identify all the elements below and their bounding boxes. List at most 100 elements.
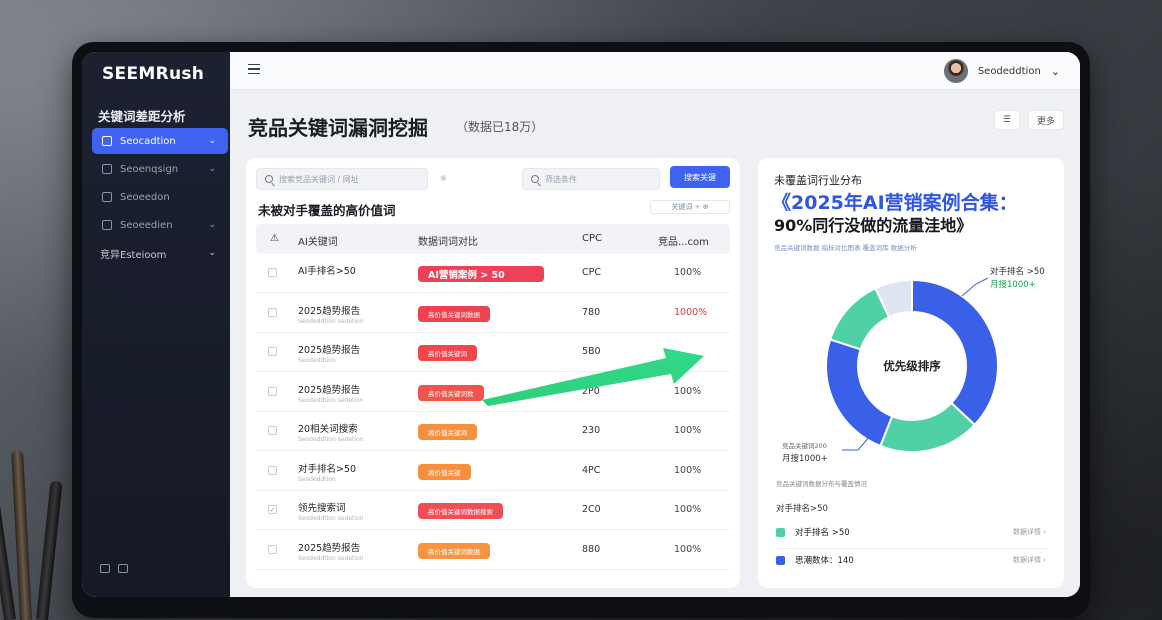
sidebar-item-2[interactable]: Seoenqsign ⌄ bbox=[92, 156, 228, 182]
comparison-badge: 高价值关键 bbox=[418, 463, 471, 480]
cpc-cell: 4PC bbox=[582, 464, 601, 476]
table-row[interactable]: 20相关词搜索 Seodeddtion sedetion 高价值关键词 230 100% bbox=[256, 412, 730, 451]
row-checkbox[interactable] bbox=[268, 268, 277, 277]
save-icon[interactable] bbox=[118, 564, 128, 573]
legend-row[interactable]: 思潮数体：140 数据详情 › bbox=[776, 550, 1048, 570]
row-checkbox[interactable] bbox=[268, 307, 277, 317]
app-window: SEEMRush 关键词差距分析 Seocadtion ⌄ Seoenqsign… bbox=[82, 52, 1080, 597]
donut-segment[interactable] bbox=[911, 278, 999, 427]
table-row[interactable]: 对手排名>50 Seodeddtion 高价值关键 4PC 100% bbox=[256, 452, 730, 491]
row-checkbox[interactable] bbox=[268, 465, 277, 475]
percent-cell: 100% bbox=[674, 425, 702, 436]
warning-icon: ⚠ bbox=[270, 233, 279, 244]
keyword-cell: 20相关词搜索 bbox=[298, 424, 358, 435]
chevron-down-icon: ⌄ bbox=[208, 220, 216, 230]
keyword-cell: AI手排名>50 bbox=[298, 266, 356, 277]
table-row[interactable]: AI手排名>50 AI营销案例 > 50 CPC 100% bbox=[256, 254, 730, 293]
keyword-cell: 2025趋势报告 bbox=[298, 384, 361, 396]
row-checkbox[interactable] bbox=[268, 347, 277, 356]
folder-icon[interactable] bbox=[100, 564, 110, 573]
keyword-subtext: Seodeddtion bbox=[298, 475, 336, 483]
percent-cell: 100% bbox=[674, 267, 702, 278]
sidebar-item-4[interactable]: Seoeedien ⌄ bbox=[92, 212, 228, 238]
keyword-subtext: Seodeddtion sedetion bbox=[298, 317, 364, 325]
pen bbox=[36, 480, 63, 620]
legend-detail-link[interactable]: 数据详情 › bbox=[1013, 555, 1046, 565]
table-row[interactable]: ✓ 领先搜索词 Seodeddtion sedetion 高价值关键词数据搜索 2C0 1… bbox=[256, 491, 730, 530]
avatar bbox=[943, 59, 968, 83]
keyword-cell: 2025趋势报告 bbox=[298, 345, 361, 356]
page-title: 竞品关键词漏洞挖掘 bbox=[248, 116, 428, 140]
comparison-badge: 高价值关键词 bbox=[418, 424, 477, 440]
column-header[interactable]: AI关键词 bbox=[298, 233, 338, 248]
filter-placeholder: 筛选条件 bbox=[545, 174, 577, 184]
comparison-badge: 高价值关键词数据搜索 bbox=[418, 503, 503, 519]
more-button[interactable]: 更多 bbox=[1027, 110, 1064, 130]
comparison-badge: 高价值关键词数 bbox=[418, 384, 484, 401]
keyword-subtext: Seodeddtion bbox=[298, 357, 336, 364]
row-checkbox[interactable] bbox=[268, 426, 277, 435]
callout-text: 对手排名 >50 bbox=[990, 267, 1045, 277]
comparison-badge: 高价值关键词数据 bbox=[418, 542, 490, 559]
distribution-card: 未覆盖词行业分布 《2025年AI营销案例合集： 90%同行没做的流量洼地》 竞… bbox=[758, 158, 1064, 588]
callout-value: 月搜1000+ bbox=[990, 280, 1036, 290]
table-row[interactable]: 2025趋势报告 Seodeddtion sedetion 高价值关键词数据 880 1… bbox=[256, 531, 730, 570]
keyword-table-card: 搜索竞品关键词 / 网址 ※ 筛选条件 搜索关键 未被对手覆盖的高价值词 关键词… bbox=[246, 158, 740, 588]
filter-input[interactable]: 筛选条件 bbox=[522, 168, 660, 190]
user-menu[interactable]: Seodeddtion ⌄ bbox=[943, 59, 1060, 83]
callout-value: 月搜1000+ bbox=[782, 454, 828, 464]
menu-icon[interactable] bbox=[248, 64, 260, 74]
donut-center-label: 优先级排序 bbox=[883, 359, 941, 373]
donut-segment[interactable] bbox=[825, 338, 894, 448]
cpc-cell: 880 bbox=[582, 543, 601, 555]
document-icon bbox=[102, 192, 112, 202]
sidebar-item-label: Seoeedien bbox=[120, 219, 173, 231]
distribution-stat: 对手排名>50 bbox=[776, 504, 828, 514]
main-content: Seodeddtion ⌄ 竞品关键词漏洞挖掘 （数据已18万） ☰ 更多 搜索… bbox=[230, 52, 1080, 597]
divider bbox=[776, 548, 1048, 549]
cpc-cell: 230 bbox=[582, 425, 601, 436]
legend-label: 思潮数体：140 bbox=[795, 556, 854, 566]
search-input[interactable]: 搜索竞品关键词 / 网址 bbox=[256, 168, 428, 190]
search-icon bbox=[265, 175, 273, 183]
column-header[interactable]: 数据词词对比 bbox=[418, 233, 478, 248]
keyword-subtext: Seodeddtion sedetion bbox=[298, 436, 364, 443]
table-header: ⚠ AI关键词 数据词词对比 CPC 竞品...com bbox=[256, 224, 730, 254]
table-row[interactable]: 2025趋势报告 Seodeddtion sedetion 高价值关键词数据 780 1… bbox=[256, 294, 730, 333]
sidebar-item-label: 竞异Esteioom bbox=[100, 249, 167, 261]
search-button[interactable]: 搜索关键 bbox=[670, 166, 730, 188]
percent-cell: 100% bbox=[674, 464, 702, 476]
search-icon bbox=[531, 175, 539, 183]
column-header[interactable]: CPC bbox=[582, 233, 602, 244]
row-checkbox[interactable] bbox=[268, 544, 277, 554]
card-label: 未覆盖词行业分布 bbox=[774, 174, 862, 187]
keyword-cell: 对手排名>50 bbox=[298, 463, 357, 475]
keyword-subtext: Seodeddtion sedetion bbox=[298, 515, 364, 522]
sidebar-section-title: 关键词差距分析 bbox=[98, 109, 186, 124]
row-checkbox[interactable]: ✓ bbox=[268, 505, 277, 514]
chevron-down-icon: ⌄ bbox=[208, 248, 216, 258]
sidebar-item-label: Seoeedon bbox=[120, 191, 170, 203]
sidebar-item-1[interactable]: Seocadtion ⌄ bbox=[92, 128, 228, 154]
chevron-down-icon: ⌄ bbox=[208, 164, 216, 174]
cpc-cell: 2C0 bbox=[582, 504, 601, 515]
sort-control[interactable]: 关键词 ÷ ⊕ bbox=[650, 200, 730, 214]
comparison-badge: 高价值关键词 bbox=[418, 345, 477, 361]
comparison-badge: AI营销案例 > 50 bbox=[418, 266, 544, 282]
legend-row[interactable]: 对手排名 >50 数据详情 › bbox=[776, 522, 1048, 542]
percent-cell: 1000% bbox=[674, 306, 708, 318]
legend-detail-link[interactable]: 数据详情 › bbox=[1013, 527, 1046, 537]
keyword-subtext: Seodeddtion sedetion bbox=[298, 396, 364, 404]
column-header[interactable]: 竞品...com bbox=[658, 233, 709, 248]
sidebar-item-3[interactable]: Seoeedon bbox=[92, 184, 228, 210]
sidebar-item-5[interactable]: 竞异Esteioom ⌄ bbox=[92, 240, 228, 266]
chevron-down-icon: ⌄ bbox=[208, 136, 216, 146]
row-checkbox[interactable] bbox=[268, 386, 277, 396]
distribution-note: 竞品关键词数据分布与覆盖情况 bbox=[776, 480, 867, 488]
cpc-cell: 780 bbox=[582, 306, 601, 318]
list-view-button[interactable]: ☰ bbox=[993, 110, 1020, 130]
callout-text: 竞品关键词200 bbox=[782, 442, 827, 450]
donut-segment[interactable] bbox=[879, 401, 977, 453]
chevron-down-icon: ⌄ bbox=[1050, 64, 1060, 78]
chart-legend-line: 竞品关键词数据 指标对比图表 覆盖词库 数据分析 bbox=[774, 244, 917, 252]
